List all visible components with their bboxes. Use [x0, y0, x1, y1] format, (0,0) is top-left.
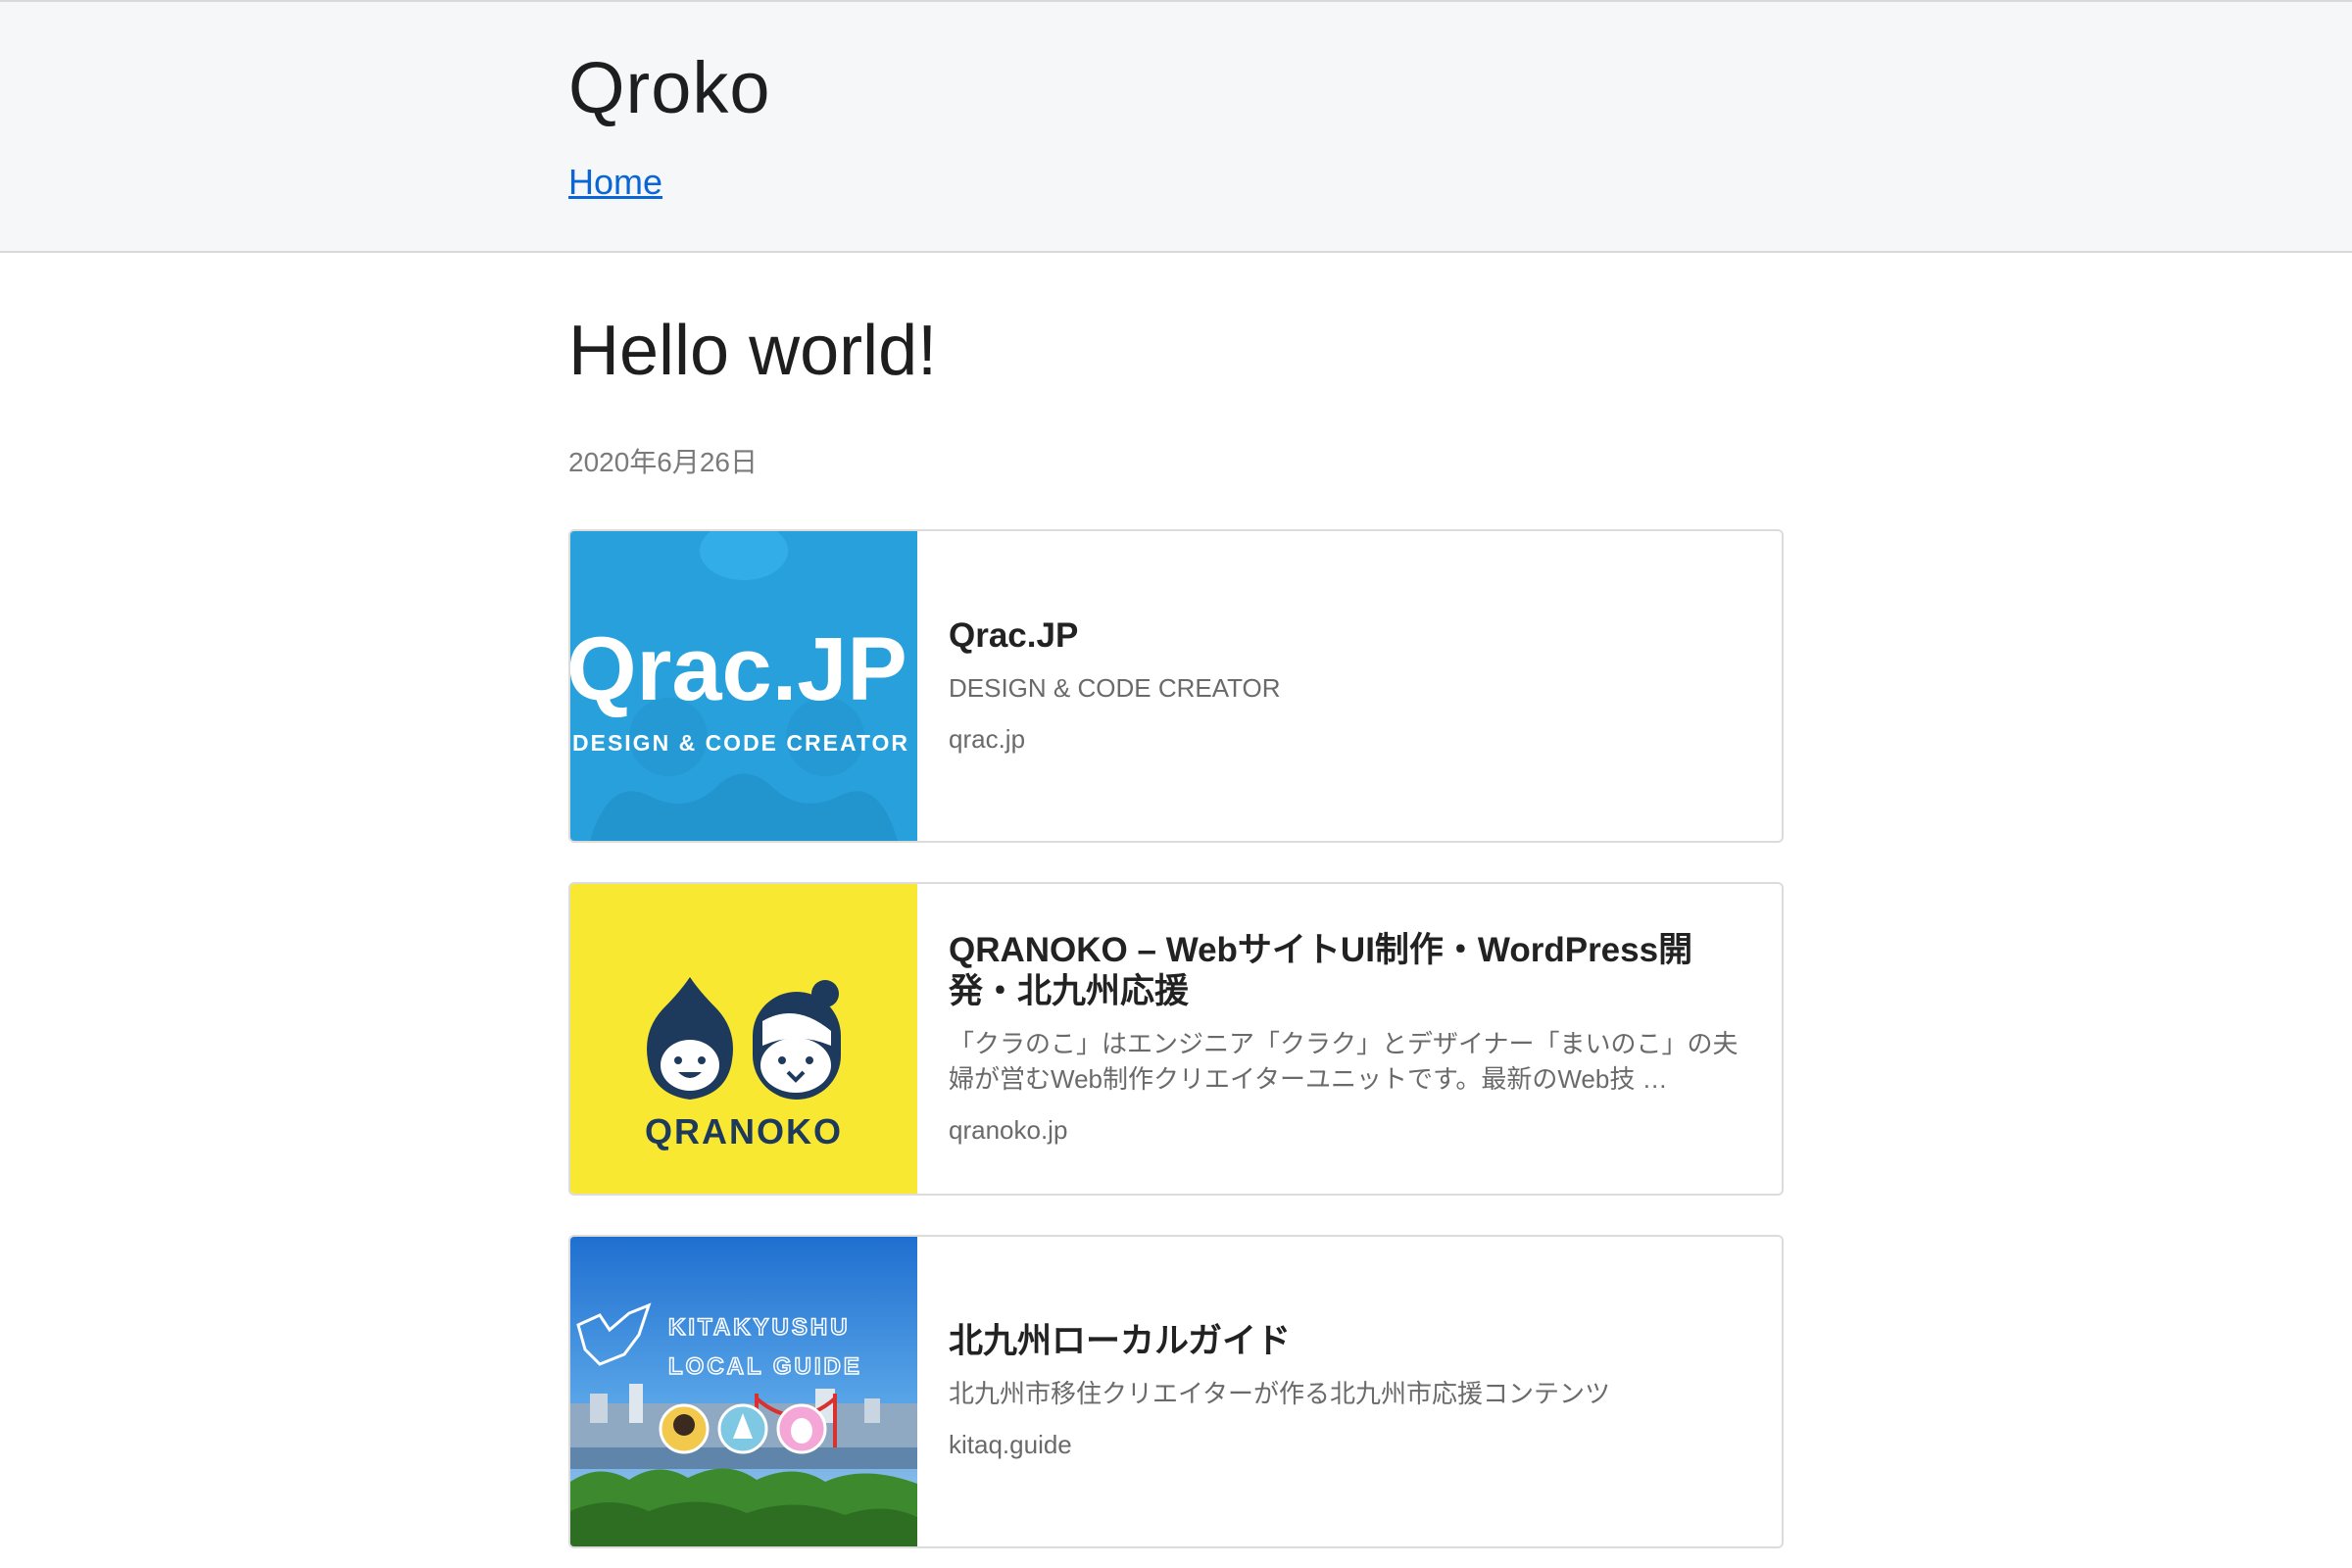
card-url: qrac.jp [949, 724, 1026, 754]
kitaq-guide-image: KITAKYUSHU LOCAL GUIDE [570, 1237, 917, 1546]
nav-home-link[interactable]: Home [568, 159, 662, 206]
qranoko-logo-image: QRANOKO [570, 884, 917, 1194]
card-description: 北九州市移住クリエイターが作る北九州市応援コンテンツ [949, 1379, 1610, 1408]
link-card-qranoko[interactable]: QRANOKO QRANOKO – WebサイトUI制作・WordPress開発… [568, 882, 1784, 1196]
card-thumbnail: QRANOKO [570, 884, 917, 1194]
card-thumbnail: KITAKYUSHU LOCAL GUIDE [570, 1237, 917, 1546]
card-body: 北九州ローカルガイド 北九州市移住クリエイターが作る北九州市応援コンテンツ ki… [949, 1237, 1752, 1546]
svg-text:Qrac.JP: Qrac.JP [570, 619, 907, 719]
svg-text:DESIGN & CODE CREATOR: DESIGN & CODE CREATOR [572, 730, 909, 756]
post-date: 2020年6月26日 [568, 447, 759, 477]
card-thumbnail: Qrac.JP DESIGN & CODE CREATOR [570, 531, 917, 841]
card-body: Qrac.JP DESIGN & CODE CREATOR qrac.jp [949, 531, 1752, 841]
card-title: QRANOKO – WebサイトUI制作・WordPress開発・北九州応援 [949, 931, 1693, 1010]
card-title: 北九州ローカルガイド [949, 1322, 1291, 1360]
svg-text:QRANOKO: QRANOKO [645, 1111, 843, 1152]
card-description: 「クラのこ」はエンジニア「クラク」とデザイナー「まいのこ」の夫婦が営むWeb制作… [949, 1029, 1739, 1094]
card-title: Qrac.JP [949, 616, 1079, 655]
site-header: Qroko Home [0, 0, 2352, 253]
link-card-kitaq[interactable]: KITAKYUSHU LOCAL GUIDE 北九州ローカルガイド 北九州市移住… [568, 1235, 1784, 1548]
card-body: QRANOKO – WebサイトUI制作・WordPress開発・北九州応援 「… [949, 884, 1752, 1194]
card-description: DESIGN & CODE CREATOR [949, 673, 1281, 703]
card-url: qranoko.jp [949, 1115, 1068, 1145]
card-url: kitaq.guide [949, 1430, 1072, 1459]
svg-text:KITAKYUSHU: KITAKYUSHU [668, 1314, 851, 1341]
qrac-logo-image: Qrac.JP DESIGN & CODE CREATOR [570, 531, 917, 841]
post-title: Hello world! [568, 312, 938, 390]
svg-text:LOCAL GUIDE: LOCAL GUIDE [668, 1353, 862, 1380]
link-card-qrac[interactable]: Qrac.JP DESIGN & CODE CREATOR Qrac.JP DE… [568, 529, 1784, 843]
site-title[interactable]: Qroko [568, 41, 771, 135]
